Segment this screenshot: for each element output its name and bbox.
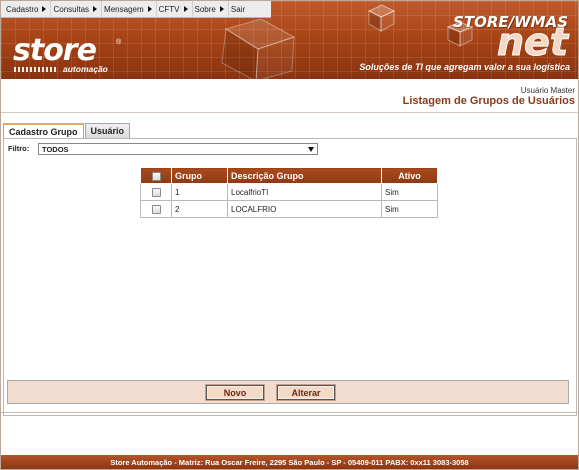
menu-label: Sobre: [194, 4, 216, 14]
header-banner: store ® automação STORE/WMAS net Soluçõe…: [1, 1, 578, 79]
menu-cadastro[interactable]: Cadastro: [4, 1, 52, 18]
logo-stripes: [14, 67, 58, 72]
main-menu-bar: Cadastro Consultas Mensagem CFTV Sobre S…: [1, 1, 271, 18]
footer-divider: [1, 412, 578, 413]
tagline: Soluções de TI que agregam valor a sua l…: [359, 62, 570, 72]
menu-sair[interactable]: Sair: [229, 1, 249, 18]
menu-mensagem[interactable]: Mensagem: [102, 1, 157, 18]
cell-descricao: LocalfrioTI: [227, 183, 382, 201]
store-logo: store: [13, 33, 97, 68]
select-all-checkbox[interactable]: [151, 171, 161, 181]
tab-usuario[interactable]: Usuário: [84, 123, 131, 138]
tab-cadastro-grupo[interactable]: Cadastro Grupo: [3, 123, 84, 139]
row-select-cell: [140, 200, 172, 218]
submenu-arrow-icon: [93, 6, 98, 12]
submenu-arrow-icon: [219, 6, 224, 12]
table-row[interactable]: 2 LOCALFRIO Sim: [140, 200, 438, 218]
cube-small-decoration: [367, 4, 396, 32]
row-checkbox[interactable]: [151, 204, 161, 214]
filter-select[interactable]: TODOS: [38, 143, 318, 155]
menu-label: Mensagem: [104, 4, 144, 14]
submenu-arrow-icon: [147, 6, 152, 12]
table-header-row: Grupo Descrição Grupo Ativo: [140, 167, 438, 184]
row-checkbox[interactable]: [151, 187, 161, 197]
footer: Store Automação - Matriz: Rua Oscar Frei…: [1, 455, 578, 469]
menu-label: CFTV: [158, 4, 180, 14]
column-header-descricao[interactable]: Descrição Grupo: [227, 167, 382, 184]
cell-grupo: 2: [171, 200, 228, 218]
new-button[interactable]: Novo: [206, 385, 264, 400]
edit-button[interactable]: Alterar: [277, 385, 335, 400]
table-row[interactable]: 1 LocalfrioTI Sim: [140, 183, 438, 201]
groups-table: Grupo Descrição Grupo Ativo 1 LocalfrioT…: [140, 167, 438, 218]
logo-subtitle: automação: [63, 64, 108, 74]
menu-cftv[interactable]: CFTV: [157, 1, 193, 18]
submenu-arrow-icon: [42, 6, 47, 12]
menu-sobre[interactable]: Sobre: [193, 1, 229, 18]
chevron-down-icon: [308, 147, 314, 152]
tab-bar: Cadastro Grupo Usuário: [3, 123, 131, 139]
page-title: Listagem de Grupos de Usuários: [402, 95, 575, 107]
cell-grupo: 1: [171, 183, 228, 201]
submenu-arrow-icon: [183, 6, 188, 12]
select-all-header: [140, 167, 172, 184]
cell-ativo: Sim: [381, 200, 438, 218]
cube-decoration: [221, 19, 296, 79]
menu-consultas[interactable]: Consultas: [51, 1, 103, 18]
filter-label: Filtro:: [8, 144, 30, 153]
menu-label: Sair: [230, 4, 246, 14]
product-net-logo: net: [497, 20, 569, 64]
menu-label: Cadastro: [6, 4, 39, 14]
column-header-grupo[interactable]: Grupo: [171, 167, 228, 184]
registered-mark: ®: [116, 39, 122, 46]
row-select-cell: [140, 183, 172, 201]
current-user: Usuário Master: [520, 86, 575, 95]
menu-label: Consultas: [53, 4, 90, 14]
cell-descricao: LOCALFRIO: [227, 200, 382, 218]
cell-ativo: Sim: [381, 183, 438, 201]
header-divider: [1, 112, 578, 113]
column-header-ativo[interactable]: Ativo: [381, 167, 438, 184]
filter-selected-value: TODOS: [42, 144, 69, 154]
